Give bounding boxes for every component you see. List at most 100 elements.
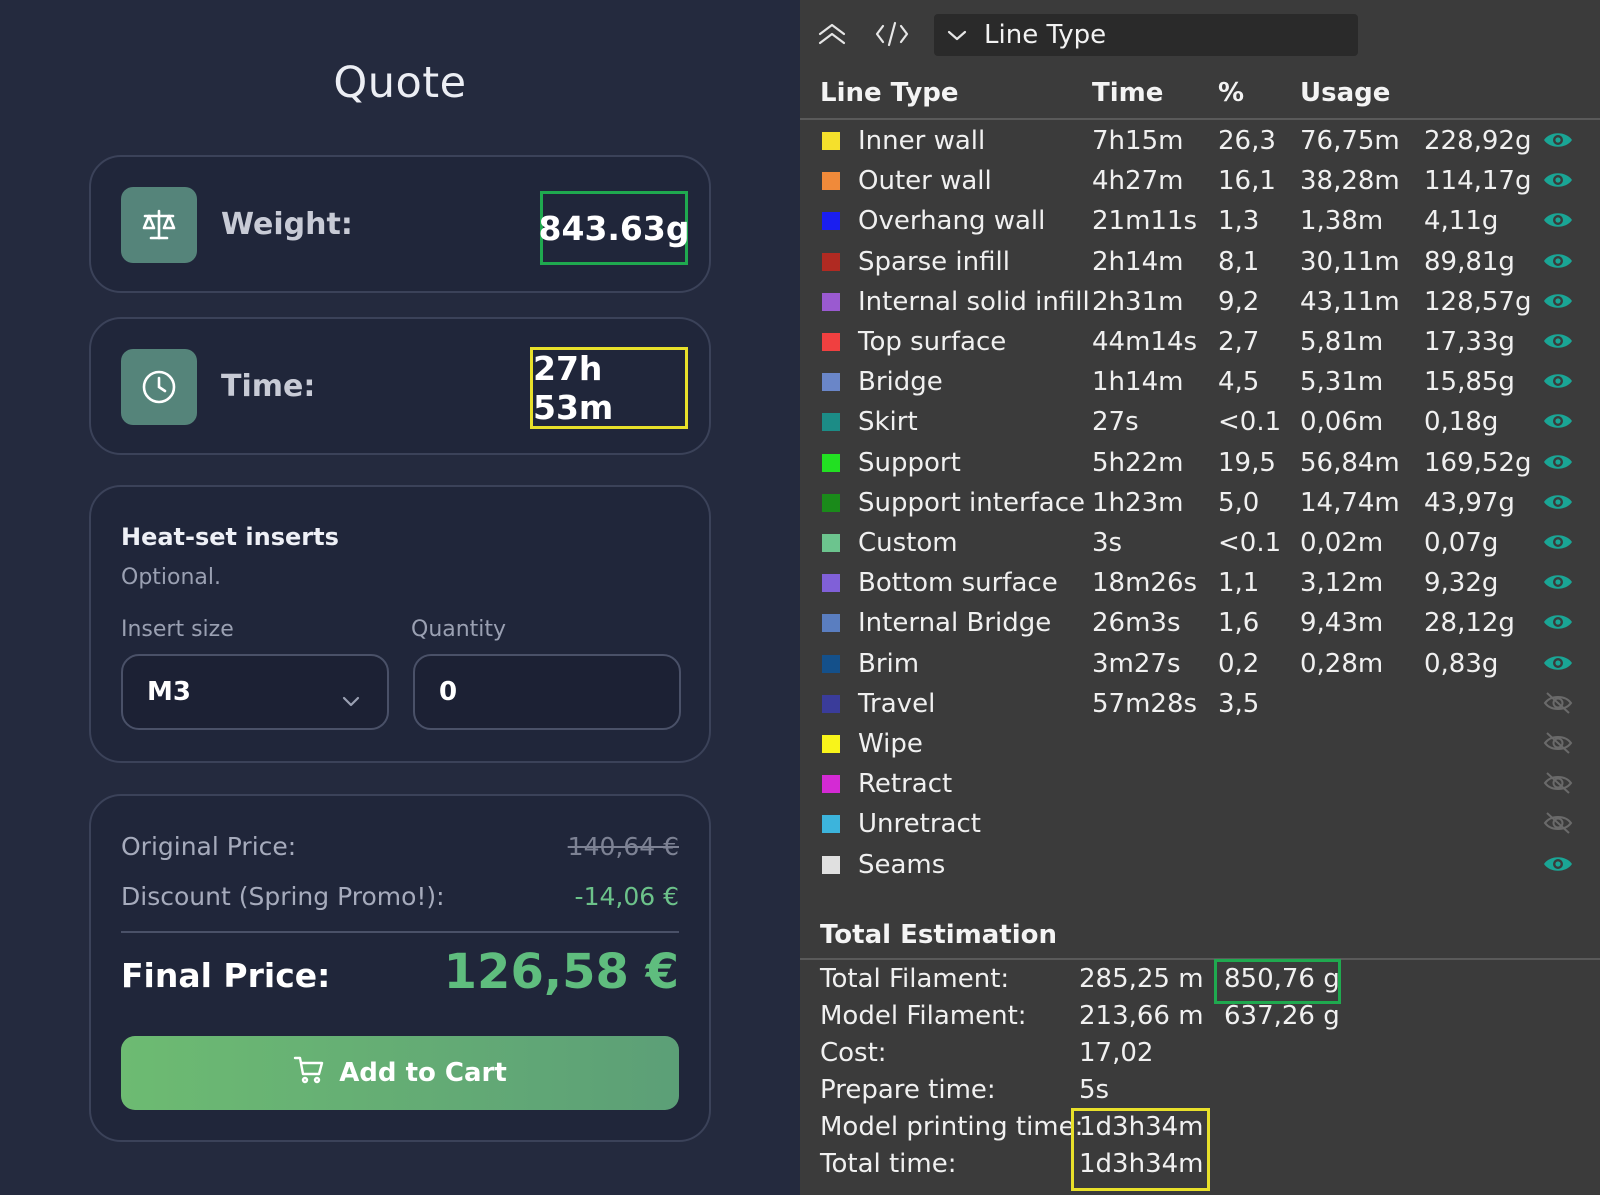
line-type-name: Outer wall: [858, 166, 992, 197]
line-type-percent: 0,2: [1218, 648, 1260, 679]
line-type-row: Top surface 44m14s 2,7 5,81m 17,33g: [800, 321, 1600, 361]
eye-icon[interactable]: [1542, 247, 1574, 282]
eye-off-icon[interactable]: [1542, 809, 1574, 844]
eye-icon[interactable]: [1542, 367, 1574, 402]
eye-icon[interactable]: [1542, 407, 1574, 442]
total-row-label: Model Filament:: [820, 1001, 1027, 1031]
eye-icon[interactable]: [1542, 126, 1574, 161]
line-type-percent: 1,1: [1218, 568, 1260, 599]
line-type-row: Inner wall 7h15m 26,3 76,75m 228,92g: [800, 120, 1600, 160]
chevron-down-icon: [341, 686, 361, 716]
color-swatch: [822, 252, 840, 271]
eye-icon[interactable]: [1542, 166, 1574, 201]
total-row: Total Filament: 285,25 m 850,76 g: [800, 962, 1600, 1000]
add-to-cart-button[interactable]: Add to Cart: [121, 1036, 679, 1110]
line-type-time: 1h23m: [1092, 487, 1184, 518]
quantity-value: 0: [439, 677, 458, 707]
line-type-name: Bridge: [858, 367, 943, 398]
total-row-value: 285,25 m: [1079, 964, 1204, 994]
total-row-value: 17,02: [1079, 1038, 1154, 1068]
line-type-time: 18m26s: [1092, 568, 1198, 599]
collapse-icon[interactable]: [816, 18, 848, 54]
eye-icon[interactable]: [1542, 488, 1574, 523]
final-price-value: 126,58 €: [443, 944, 679, 1000]
color-swatch: [822, 132, 840, 150]
line-type-time: 2h31m: [1092, 286, 1184, 317]
line-type-weight: 114,17g: [1424, 166, 1532, 197]
color-swatch: [822, 373, 840, 392]
weight-value: 843.63g: [539, 191, 689, 265]
total-row: Cost: 17,02: [800, 1036, 1600, 1074]
eye-icon[interactable]: [1542, 287, 1574, 322]
heat-set-inserts-card: Heat-set inserts Optional. Insert size Q…: [89, 485, 711, 763]
line-type-length: 56,84m: [1300, 447, 1400, 478]
insert-size-select[interactable]: M3: [121, 654, 389, 730]
line-type-name: Inner wall: [858, 126, 986, 156]
eye-icon[interactable]: [1542, 649, 1574, 684]
eye-off-icon[interactable]: [1542, 729, 1574, 764]
color-swatch: [822, 292, 840, 311]
line-type-length: 38,28m: [1300, 166, 1400, 197]
eye-icon[interactable]: [1542, 327, 1574, 362]
total-row-weight: 637,26 g: [1224, 1001, 1340, 1031]
total-row: Prepare time: 5s: [800, 1073, 1600, 1111]
total-row-label: Total Filament:: [820, 964, 1010, 994]
line-type-time: 7h15m: [1092, 126, 1184, 156]
line-type-weight: 228,92g: [1424, 126, 1532, 156]
line-type-percent: 9,2: [1218, 286, 1260, 317]
line-type-time: 4h27m: [1092, 166, 1184, 197]
column-header-percent: %: [1218, 78, 1245, 108]
eye-icon[interactable]: [1542, 206, 1574, 241]
color-swatch: [822, 775, 840, 794]
eye-icon[interactable]: [1542, 448, 1574, 483]
color-swatch: [822, 654, 840, 673]
line-type-weight: 4,11g: [1424, 206, 1499, 237]
line-type-name: Support: [858, 447, 961, 478]
line-type-name: Custom: [858, 528, 958, 558]
line-type-length: 43,11m: [1300, 286, 1400, 317]
line-type-percent: 1,3: [1218, 206, 1260, 237]
line-type-name: Internal solid infill: [858, 286, 1090, 317]
eye-off-icon[interactable]: [1542, 689, 1574, 724]
color-swatch: [822, 453, 840, 472]
line-type-row: Support 5h22m 19,5 56,84m 169,52g: [800, 442, 1600, 482]
line-type-weight: 0,83g: [1424, 648, 1499, 679]
time-card: Time: 27h 53m: [89, 317, 711, 455]
line-type-name: Internal Bridge: [858, 608, 1052, 639]
quantity-input[interactable]: 0: [413, 654, 681, 730]
line-type-weight: 28,12g: [1424, 608, 1515, 639]
discount-row: Discount (Spring Promo!): -14,06 €: [121, 882, 679, 911]
line-type-weight: 89,81g: [1424, 246, 1515, 277]
line-type-weight: 9,32g: [1424, 568, 1499, 599]
eye-icon[interactable]: [1542, 568, 1574, 603]
eye-icon[interactable]: [1542, 608, 1574, 643]
total-row-value: 213,66 m: [1079, 1001, 1204, 1031]
eye-off-icon[interactable]: [1542, 769, 1574, 804]
time-label: Time:: [221, 369, 316, 404]
line-type-length: 3,12m: [1300, 568, 1384, 599]
inserts-title: Heat-set inserts: [121, 523, 339, 551]
color-swatch: [822, 413, 840, 432]
code-icon[interactable]: [874, 18, 910, 54]
line-type-percent: 3,5: [1218, 688, 1260, 719]
line-type-weight: 43,97g: [1424, 487, 1515, 518]
eye-icon[interactable]: [1542, 850, 1574, 885]
line-type-name: Bottom surface: [858, 568, 1058, 599]
line-type-name: Seams: [858, 849, 946, 880]
line-type-name: Travel: [858, 688, 936, 719]
total-row-label: Model printing time:: [820, 1112, 1084, 1142]
line-type-time: 27s: [1092, 407, 1139, 438]
line-type-percent: 1,6: [1218, 608, 1260, 639]
total-time-highlight: [1071, 1108, 1210, 1191]
line-type-row: Seams: [800, 844, 1600, 884]
eye-icon[interactable]: [1542, 528, 1574, 563]
line-type-name: Support interface: [858, 487, 1086, 518]
scale-icon: [121, 187, 197, 263]
weight-card: Weight: 843.63g: [89, 155, 711, 293]
line-type-time: 57m28s: [1092, 688, 1198, 719]
view-type-dropdown[interactable]: Line Type: [934, 14, 1358, 56]
line-type-percent: 19,5: [1218, 447, 1276, 478]
line-type-name: Retract: [858, 769, 953, 800]
line-type-length: 30,11m: [1300, 246, 1400, 277]
color-swatch: [822, 614, 840, 633]
